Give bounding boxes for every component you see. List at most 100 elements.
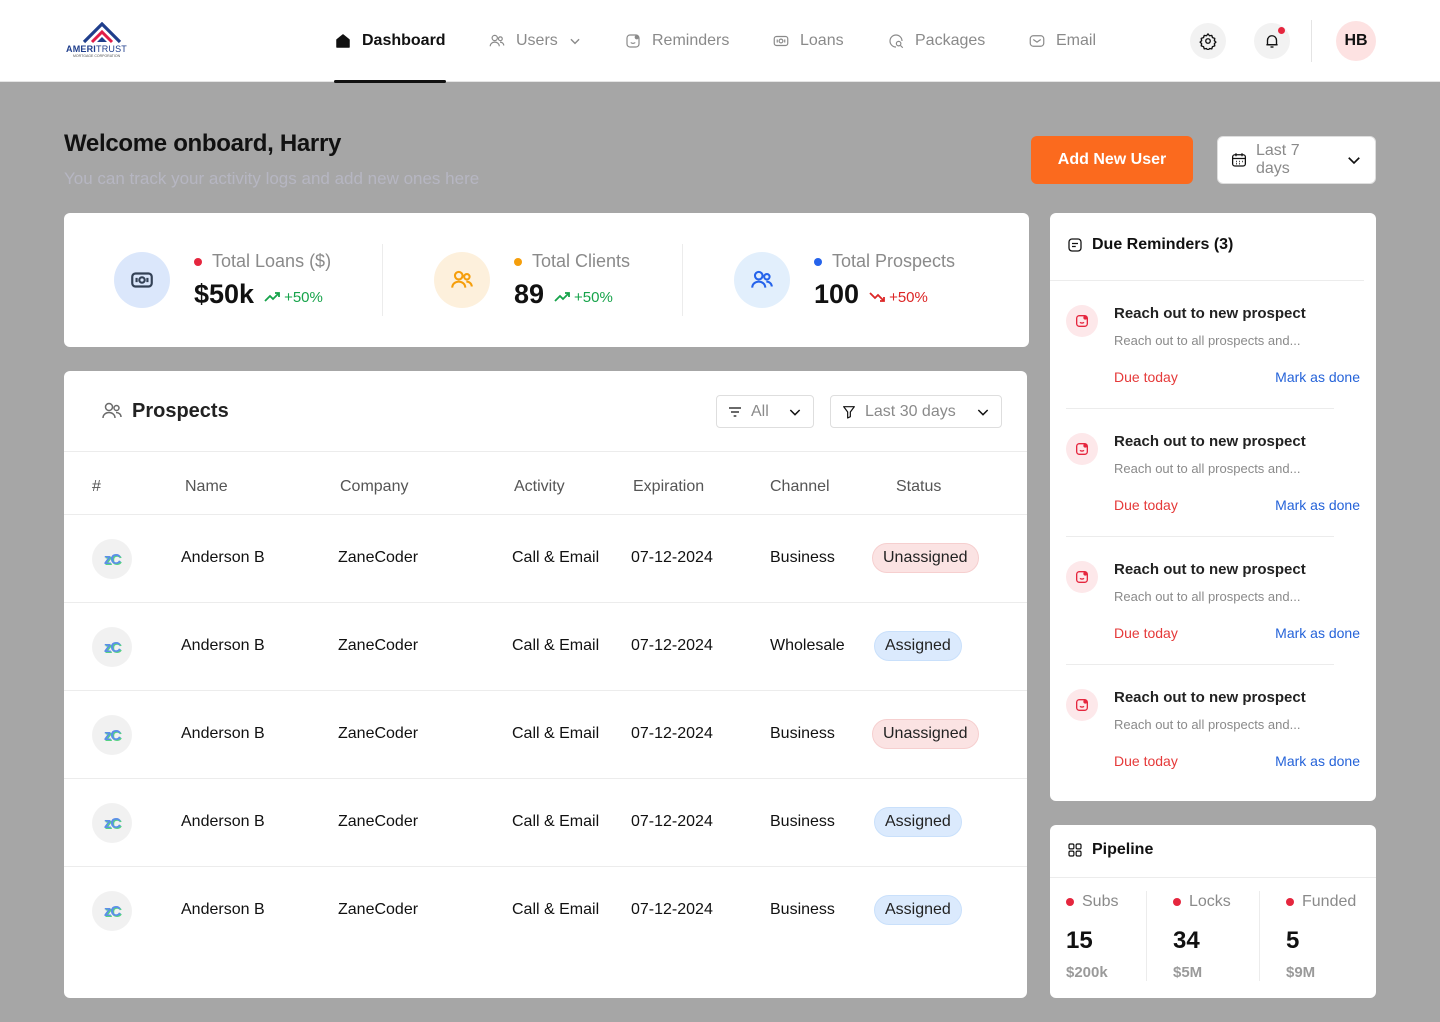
filter-label: All: [751, 402, 769, 420]
settings-button[interactable]: [1190, 23, 1226, 59]
column-header[interactable]: Activity: [514, 478, 565, 496]
period-label: Last 30 days: [865, 402, 956, 420]
nav-email[interactable]: Email: [1028, 0, 1096, 82]
chevron-down-icon: [789, 408, 801, 416]
trend-up-icon: [264, 292, 280, 302]
column-header[interactable]: Company: [340, 478, 408, 496]
notifications-button[interactable]: [1254, 23, 1290, 59]
grid-icon: [1068, 843, 1082, 857]
company-logo: zC: [92, 715, 132, 755]
reminder-icon-circle: [1066, 305, 1098, 337]
cell-activity: Call & Email: [512, 549, 600, 566]
status-badge: Assigned: [874, 895, 962, 925]
pipeline-label: Locks: [1173, 893, 1231, 911]
cell-company: ZaneCoder: [338, 725, 419, 742]
mark-as-done-link[interactable]: Mark as done: [1275, 753, 1360, 769]
prospects-title: Prospects: [100, 399, 229, 423]
date-range-label: Last 7 days: [1256, 142, 1300, 177]
table-row[interactable]: zC Anderson B ZaneCoder Call & Email 07-…: [64, 515, 1027, 603]
nav-label: Packages: [915, 32, 986, 49]
reminder-due: Due today: [1114, 625, 1178, 641]
cell-company: ZaneCoder: [338, 549, 419, 566]
mark-as-done-link[interactable]: Mark as done: [1275, 625, 1360, 641]
cell-expiration: 07-12-2024: [631, 813, 713, 830]
funnel-icon: [843, 405, 855, 419]
stat-icon-circle: [734, 252, 790, 308]
chevron-down-icon: [570, 38, 580, 45]
column-header[interactable]: Name: [185, 478, 228, 496]
company-logo: zC: [92, 803, 132, 843]
pipeline-value: 5: [1286, 927, 1300, 954]
nav-dashboard[interactable]: Dashboard: [334, 0, 446, 83]
reminder-icon-circle: [1066, 561, 1098, 593]
company-logo: zC: [92, 627, 132, 667]
reminder-title: Reach out to new prospect: [1114, 561, 1306, 578]
add-user-button[interactable]: Add New User: [1031, 136, 1193, 184]
filter-lines-icon: [729, 406, 741, 417]
mark-as-done-link[interactable]: Mark as done: [1275, 497, 1360, 513]
divider: [682, 244, 683, 316]
cell-company: ZaneCoder: [338, 813, 419, 830]
cell-name: Anderson B: [181, 725, 265, 742]
reminder-desc: Reach out to all prospects and...: [1114, 333, 1301, 348]
cell-activity: Call & Email: [512, 813, 600, 830]
period-select[interactable]: Last 30 days: [830, 395, 1002, 428]
nav-label: Users: [516, 32, 558, 49]
column-header[interactable]: Status: [896, 478, 941, 496]
stat-label: Total Loans ($): [194, 251, 331, 272]
cell-name: Anderson B: [181, 637, 265, 654]
brand-name: AMERITRUST: [66, 44, 127, 54]
brand-logo[interactable]: AMERITRUST MORTGAGE CORPORATION: [66, 22, 138, 60]
pipeline-amount: $5M: [1173, 964, 1203, 981]
users-icon: [102, 402, 122, 419]
column-header[interactable]: Channel: [770, 478, 830, 496]
filter-select[interactable]: All: [716, 395, 814, 428]
stat-label: Total Clients: [514, 251, 630, 272]
pipeline-label: Subs: [1066, 893, 1118, 911]
pipeline-amount: $200k: [1066, 964, 1108, 981]
trend-down-icon: [869, 292, 885, 302]
top-navigation: AMERITRUST MORTGAGE CORPORATION Dashboar…: [0, 0, 1440, 83]
reminder-title: Reach out to new prospect: [1114, 305, 1306, 322]
stat-value: $50k +50%: [194, 279, 323, 309]
page-subtitle: You can track your activity logs and add…: [64, 169, 480, 188]
reminder-item: Reach out to new prospect Reach out to a…: [1066, 537, 1360, 665]
table-row[interactable]: zC Anderson B ZaneCoder Call & Email 07-…: [64, 867, 1027, 955]
table-row[interactable]: zC Anderson B ZaneCoder Call & Email 07-…: [64, 779, 1027, 867]
cell-activity: Call & Email: [512, 901, 600, 918]
user-avatar[interactable]: HB: [1336, 21, 1376, 61]
divider: [1259, 891, 1260, 981]
stat-label: Total Prospects: [814, 251, 955, 272]
reminder-icon: [1076, 315, 1088, 327]
users-icon: [751, 270, 773, 288]
reminder-title: Reach out to new prospect: [1114, 689, 1306, 706]
column-header[interactable]: Expiration: [633, 478, 704, 496]
reminder-item: Reach out to new prospect Reach out to a…: [1066, 409, 1360, 537]
mark-as-done-link[interactable]: Mark as done: [1275, 369, 1360, 385]
trend-indicator: +50%: [264, 289, 323, 306]
home-icon: [336, 34, 350, 48]
nav-packages[interactable]: Packages: [887, 0, 985, 82]
nav-users[interactable]: Users: [488, 0, 582, 82]
cell-channel: Business: [770, 813, 835, 830]
status-dot: [514, 257, 522, 266]
nav-label: Reminders: [652, 32, 730, 49]
date-range-select[interactable]: Last 7 days: [1217, 136, 1376, 184]
status-badge: Unassigned: [872, 719, 979, 749]
cell-channel: Business: [770, 901, 835, 918]
stat-value: 89 +50%: [514, 279, 613, 309]
table-row[interactable]: zC Anderson B ZaneCoder Call & Email 07-…: [64, 603, 1027, 691]
brand-tagline: MORTGAGE CORPORATION: [73, 54, 121, 58]
nav-loans[interactable]: Loans: [772, 0, 844, 82]
table-row[interactable]: zC Anderson B ZaneCoder Call & Email 07-…: [64, 691, 1027, 779]
reminder-desc: Reach out to all prospects and...: [1114, 461, 1301, 476]
pipeline-card: Pipeline Subs 15 $200k Locks 34 $5M Fund…: [1050, 825, 1376, 998]
reminder-icon: [1068, 238, 1082, 252]
nav-reminders[interactable]: Reminders: [624, 0, 729, 82]
cell-name: Anderson B: [181, 901, 265, 918]
nav-label: Email: [1056, 32, 1097, 49]
gear-icon: [1199, 33, 1217, 50]
company-logo: zC: [92, 891, 132, 931]
brand-mark-icon: [82, 22, 122, 44]
column-header[interactable]: #: [92, 478, 101, 496]
